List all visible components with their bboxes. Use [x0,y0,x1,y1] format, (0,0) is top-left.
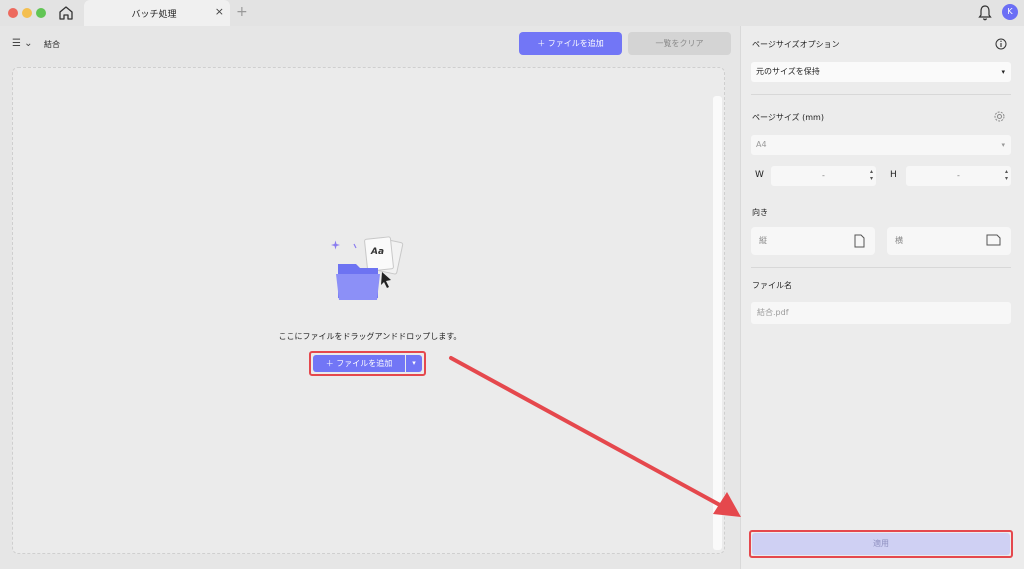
apply-button[interactable]: 適用 [752,533,1010,555]
drop-instruction: ここにファイルをドラッグアンドドロップします。 [278,332,462,341]
add-files-center-button[interactable]: ＋ ファイルを追加 [313,355,405,372]
tab-batch-process[interactable]: バッチ処理 × [84,0,230,26]
folder-illustration: Aa [331,236,404,300]
filename-title: ファイル名 [752,281,792,290]
landscape-page-icon [986,234,1001,246]
gear-icon[interactable] [993,110,1006,123]
tab-title: バッチ処理 [131,10,177,20]
height-field[interactable]: - ▴ ▾ [906,166,1011,186]
page-size-option-value: 元のサイズを保持 [756,67,820,76]
height-value: - [957,171,960,180]
chevron-down-icon[interactable]: ▾ [406,355,422,372]
width-stepper[interactable]: ▴ ▾ [870,168,873,182]
orientation-title: 向き [752,208,768,217]
close-window-button[interactable] [8,8,18,18]
add-files-button[interactable]: ＋ ファイルを追加 [519,32,622,55]
bell-icon[interactable] [977,4,993,22]
svg-text:Aa: Aa [370,247,384,257]
avatar[interactable]: K [1002,4,1018,20]
landscape-label: 横 [895,236,903,245]
scrollbar[interactable] [713,96,722,550]
filename-input[interactable]: 結合.pdf [751,302,1011,324]
new-tab-button[interactable]: + [236,4,248,20]
page-size-title: ページサイズ (mm) [752,113,824,122]
options-panel: ページサイズオプション 元のサイズを保持 ▾ ページサイズ (mm) A4 ▾ … [740,26,1024,569]
menu-icon[interactable]: ☰ ⌄ [12,38,33,49]
divider [751,94,1011,95]
clear-list-button[interactable]: 一覧をクリア [628,32,731,55]
add-files-split-button: ＋ ファイルを追加 ▾ [309,351,426,376]
height-stepper[interactable]: ▴ ▾ [1005,168,1008,182]
portrait-label: 縦 [759,236,767,245]
minimize-window-button[interactable] [22,8,32,18]
info-icon[interactable] [995,38,1007,50]
home-icon[interactable] [57,4,75,22]
page-size-options-title: ページサイズオプション [752,40,840,49]
page-size-value: A4 [756,140,767,149]
maximize-window-button[interactable] [36,8,46,18]
width-value: - [822,171,825,180]
width-field[interactable]: - ▴ ▾ [771,166,876,186]
portrait-page-icon [854,234,865,248]
divider [751,267,1011,268]
chevron-down-icon: ▾ [1001,68,1005,76]
width-label: W [755,170,764,180]
tab-close-icon[interactable]: × [215,5,224,18]
page-size-select[interactable]: A4 ▾ [751,135,1011,155]
apply-highlight: 適用 [749,530,1013,558]
chevron-down-icon: ▾ [1001,141,1005,149]
portrait-option[interactable]: 縦 [751,227,875,255]
height-label: H [890,170,897,180]
main-area: ☰ ⌄ 結合 ＋ ファイルを追加 一覧をクリア Aa ここにファイルをドラッグア… [0,26,738,569]
landscape-option[interactable]: 横 [887,227,1011,255]
page-size-option-select[interactable]: 元のサイズを保持 ▾ [751,62,1011,82]
mode-label: 結合 [44,40,60,49]
title-bar: バッチ処理 × + K [0,0,1024,26]
